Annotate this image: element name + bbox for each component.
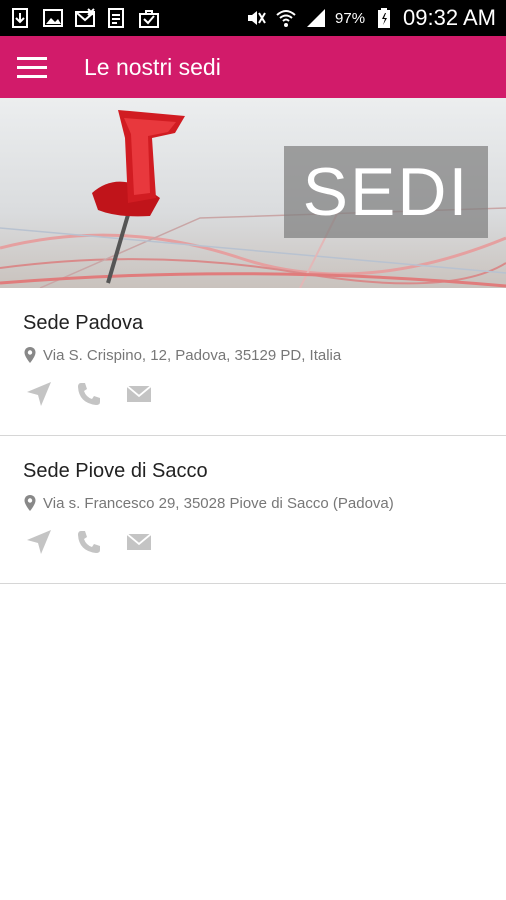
sede-address-row: Via s. Francesco 29, 35028 Piove di Sacc… [23, 494, 506, 512]
hero-banner: SEDI [0, 98, 506, 288]
envelope-icon [126, 533, 152, 550]
menu-button[interactable] [0, 36, 64, 98]
phone-icon [78, 383, 100, 405]
status-bar: 97% 09:32 AM [0, 0, 506, 36]
location-pin-icon [23, 346, 37, 364]
battery-percent: 97% [335, 9, 366, 27]
sede-actions [23, 526, 506, 558]
status-right-icons: 97% 09:32 AM [245, 5, 496, 31]
download-icon [10, 7, 32, 29]
sede-name: Sede Padova [23, 312, 144, 334]
mute-icon [245, 7, 267, 29]
envelope-icon [126, 385, 152, 402]
hamburger-menu-icon [17, 57, 47, 78]
sede-actions [23, 378, 506, 410]
briefcase-icon [138, 7, 160, 29]
email-button[interactable] [123, 378, 155, 410]
app-bar: Le nostri sedi [0, 36, 506, 98]
email-button[interactable] [123, 526, 155, 558]
call-button[interactable] [73, 526, 105, 558]
navigate-button[interactable] [23, 378, 55, 410]
location-pin-icon [23, 494, 37, 512]
signal-icon [305, 7, 327, 29]
missed-call-icon [74, 7, 96, 29]
sede-address: Via S. Crispino, 12, Padova, 35129 PD, I… [43, 346, 342, 364]
sede-name: Sede Piove di Sacco [23, 460, 208, 482]
phone-icon [78, 531, 100, 553]
sede-address: Via s. Francesco 29, 35028 Piove di Sacc… [43, 494, 394, 512]
navigation-arrow-icon [27, 382, 51, 406]
page-title: Le nostri sedi [84, 53, 221, 80]
wifi-icon [275, 7, 297, 29]
battery-icon [373, 7, 395, 29]
call-button[interactable] [73, 378, 105, 410]
sede-item[interactable]: Sede Padova Via S. Crispino, 12, Padova,… [0, 288, 506, 436]
image-icon [42, 7, 64, 29]
clock: 09:32 AM [403, 5, 496, 30]
status-left-icons [10, 7, 160, 29]
navigation-arrow-icon [27, 530, 51, 554]
sede-item[interactable]: Sede Piove di Sacco Via s. Francesco 29,… [0, 436, 506, 584]
sede-address-row: Via S. Crispino, 12, Padova, 35129 PD, I… [23, 346, 506, 364]
navigate-button[interactable] [23, 526, 55, 558]
email-icon [106, 7, 128, 29]
sedi-list: Sede Padova Via S. Crispino, 12, Padova,… [0, 288, 506, 584]
hero-label: SEDI [284, 146, 488, 238]
